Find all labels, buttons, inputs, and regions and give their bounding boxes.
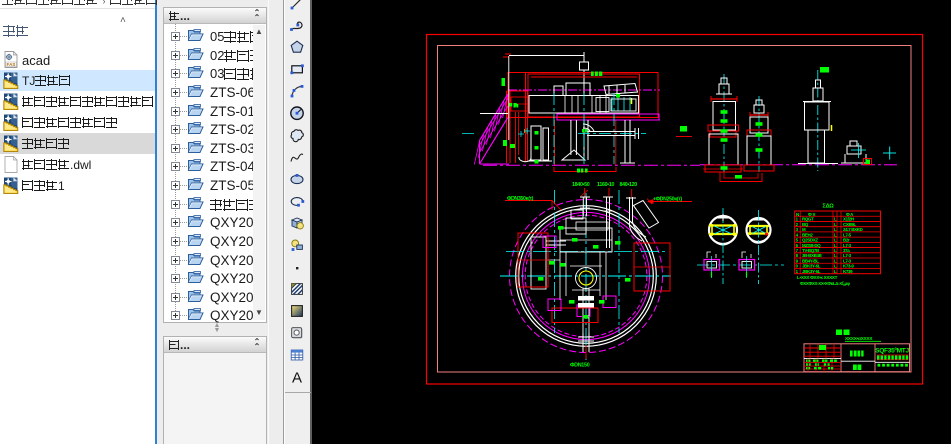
svg-text:SQF35ºMTJ: SQF35ºMTJ — [875, 348, 909, 355]
svg-text:ΦDN350κ(τ): ΦDN350κ(τ) — [507, 196, 534, 202]
svg-text:1: 1 — [796, 269, 799, 274]
svg-text:1840•50: 1840•50 — [572, 182, 590, 188]
svg-text:L•XXX ΦXX•κ XXXXΤ: L•XXX ΦXX•κ XXXXΤ — [797, 275, 838, 280]
svg-text:ΣΔΩ: ΣΔΩ — [823, 204, 835, 210]
svg-text:A: A — [291, 369, 301, 386]
svg-text:ΦDN150: ΦDN150 — [570, 363, 590, 369]
svg-text:+ΦDN250κ(τ): +ΦDN250κ(τ) — [653, 197, 682, 203]
svg-text:1160•10: 1160•10 — [597, 182, 614, 188]
svg-text:ΦXXΦXX-XX•XΦκLΔ-Xξ,μφ: ΦXXΦXX-XX•XΦκLΔ-Xξ,μφ — [800, 281, 850, 286]
svg-text:JBK3Y-6L: JBK3Y-6L — [802, 269, 821, 274]
svg-text:L: L — [834, 269, 837, 274]
svg-text:K739: K739 — [843, 269, 853, 274]
svg-text:840•120: 840•120 — [620, 182, 638, 188]
svg-text:FAS: FAS — [7, 62, 16, 67]
